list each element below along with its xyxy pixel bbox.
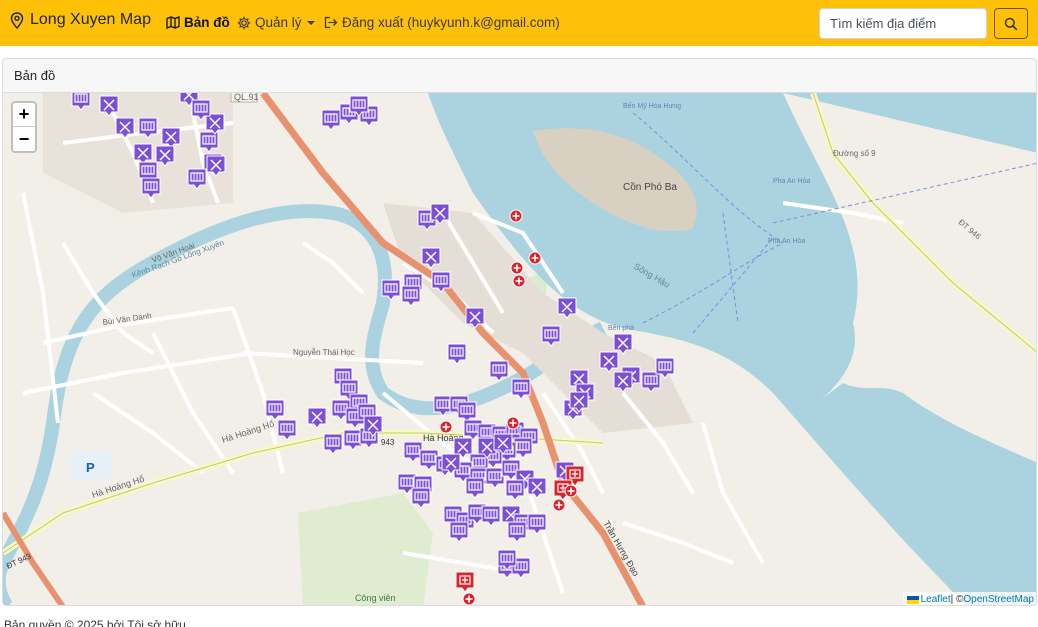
nav-map-link[interactable]: Bản đồ	[166, 15, 230, 30]
label-route-943: 943	[381, 438, 395, 447]
card-title: Bản đồ	[3, 59, 1036, 93]
search-button[interactable]	[994, 8, 1028, 39]
label-nguyen-thai-hoc: Nguyễn Thái Học	[293, 348, 355, 357]
caret-down-icon	[306, 20, 315, 25]
map-canvas[interactable]: P QL.91 Bến Mỹ Hòa Hưng Cồn Phó Ba Pha A…	[3, 85, 1037, 606]
nav-map-label: Bản đồ	[184, 15, 230, 30]
medical-poi-icon[interactable]	[462, 592, 476, 605]
label-pha-an-hoa-1: Pha An Hòa	[773, 178, 810, 185]
brand[interactable]: Long Xuyen Map	[10, 11, 151, 29]
zoom-control: + −	[11, 101, 37, 153]
medical-poi-icon[interactable]	[564, 484, 578, 498]
search-icon	[1004, 17, 1018, 30]
medical-poi-icon[interactable]	[552, 498, 566, 512]
footer-text: Bản quyền © 2025 bởi Tôi sở hữu	[4, 618, 186, 627]
navbar: Long Xuyen Map Bản đồ Quản lý Đăng xuất …	[0, 0, 1038, 46]
label-ql91: QL.91	[234, 93, 259, 102]
label-ben-my-hoa-hung: Bến Mỹ Hòa Hưng	[623, 101, 681, 110]
label-con-pho-ba: Cồn Phó Ba	[623, 181, 677, 193]
attribution-separator: | ©	[950, 594, 964, 605]
medical-poi-icon[interactable]	[439, 420, 453, 434]
search-input[interactable]	[819, 8, 987, 39]
map-attribution: Leaflet | © OpenStreetMap	[902, 592, 1036, 605]
nav-manage-label: Quản lý	[255, 15, 302, 30]
medical-poi-icon[interactable]	[509, 209, 523, 223]
label-ben-pha: Bến phà	[608, 323, 634, 332]
osm-link[interactable]: OpenStreetMap	[963, 594, 1034, 605]
label-pha-an-hoa-2: Phà An Hòa	[768, 238, 805, 245]
medical-poi-icon[interactable]	[506, 416, 520, 430]
nav-logout-link[interactable]: Đăng xuất (huykyunh.k@gmail.com)	[324, 15, 560, 30]
medical-poi-icon[interactable]	[512, 274, 526, 288]
map-pin-icon	[10, 11, 24, 29]
map-card: Bản đồ P QL.91 Bến Mỹ Hòa Hưng Cồn Phó B…	[2, 58, 1037, 606]
nav-logout-label: Đăng xuất (huykyunh.k@gmail.com)	[342, 15, 560, 30]
map-icon	[166, 16, 180, 29]
ukraine-flag-icon	[906, 595, 919, 604]
brand-text: Long Xuyen Map	[30, 11, 151, 28]
gear-icon	[237, 16, 251, 29]
label-cong-vien: Công viên	[355, 593, 396, 603]
park-area	[298, 493, 433, 605]
map-view[interactable]: P QL.91 Bến Mỹ Hòa Hưng Cồn Phó Ba Pha A…	[3, 85, 1037, 606]
zoom-in-button[interactable]: +	[13, 103, 35, 127]
label-duong-so-9: Đường số 9	[833, 149, 876, 158]
medical-poi-icon[interactable]	[510, 261, 524, 275]
medical-poi-icon[interactable]	[528, 251, 542, 265]
leaflet-link[interactable]: Leaflet	[921, 594, 951, 605]
zoom-out-button[interactable]: −	[13, 127, 35, 151]
parking-label: P	[86, 460, 95, 475]
logout-icon	[324, 16, 338, 29]
nav-manage-dropdown[interactable]: Quản lý	[237, 15, 315, 30]
